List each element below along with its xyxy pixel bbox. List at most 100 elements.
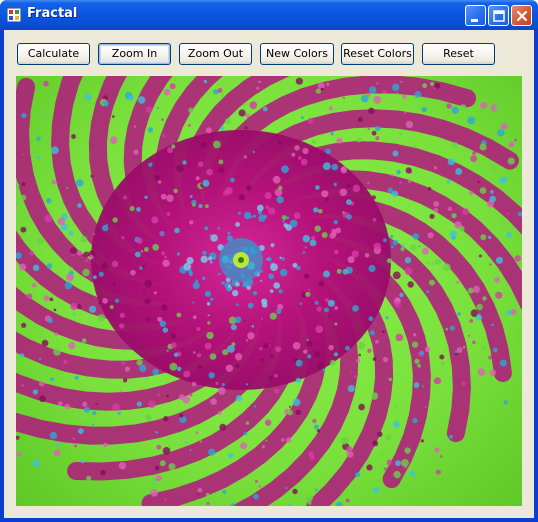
zoom-out-button[interactable]: Zoom Out bbox=[179, 43, 252, 65]
fractal-speckle bbox=[109, 136, 118, 144]
fractal-speckle bbox=[333, 182, 337, 187]
maximize-button[interactable] bbox=[488, 5, 509, 26]
fractal-speckle bbox=[92, 410, 97, 416]
fractal-speckle bbox=[118, 462, 127, 470]
fractal-speckle bbox=[326, 82, 330, 86]
fractal-speckle bbox=[311, 235, 316, 241]
fractal-speckle bbox=[446, 179, 451, 184]
fractal-speckle bbox=[334, 322, 338, 326]
fractal-speckle bbox=[469, 190, 474, 196]
minimize-button[interactable] bbox=[465, 5, 486, 26]
fractal-speckle bbox=[112, 403, 120, 411]
new-colors-button[interactable]: New Colors bbox=[260, 43, 334, 65]
fractal-speckle bbox=[145, 106, 153, 113]
fractal-speckle bbox=[258, 484, 261, 488]
fractal-speckle bbox=[278, 185, 283, 191]
fractal-speckle bbox=[21, 384, 24, 387]
fractal-speckle bbox=[334, 249, 339, 255]
fractal-speckle bbox=[318, 280, 325, 287]
fractal-speckle bbox=[120, 360, 126, 366]
fractal-speckle bbox=[400, 247, 405, 252]
fractal-speckle bbox=[358, 353, 362, 357]
fractal-speckle bbox=[267, 207, 276, 215]
fractal-speckle bbox=[208, 448, 216, 456]
fractal-speckle bbox=[370, 392, 379, 400]
fractal-speckle bbox=[263, 342, 269, 349]
fractal-speckle bbox=[148, 400, 156, 409]
fractal-speckle bbox=[36, 136, 41, 141]
fractal-speckle bbox=[333, 220, 338, 225]
fractal-speckle bbox=[399, 132, 402, 136]
fractal-speckle bbox=[367, 348, 372, 353]
fractal-speckle bbox=[258, 80, 261, 84]
fractal-speckle bbox=[281, 438, 285, 442]
fractal-speckle bbox=[405, 167, 412, 174]
calculate-button[interactable]: Calculate bbox=[17, 43, 90, 65]
fractal-speckle bbox=[82, 268, 90, 277]
fractal-speckle bbox=[329, 359, 336, 366]
fractal-speckle bbox=[207, 321, 211, 325]
fractal-speckle bbox=[417, 363, 421, 368]
fractal-speckle bbox=[159, 320, 166, 327]
fractal-speckle bbox=[447, 206, 452, 211]
close-button[interactable] bbox=[511, 5, 532, 26]
fractal-speckle bbox=[340, 166, 348, 174]
title-bar[interactable]: Fractal bbox=[0, 0, 538, 30]
fractal-speckle bbox=[285, 486, 288, 490]
fractal-speckle bbox=[295, 377, 302, 384]
fractal-speckle bbox=[253, 405, 257, 408]
fractal-speckle bbox=[376, 82, 379, 85]
reset-colors-button[interactable]: Reset Colors bbox=[341, 43, 414, 65]
fractal-speckle bbox=[434, 82, 441, 89]
reset-button[interactable]: Reset bbox=[422, 43, 495, 65]
fractal-speckle bbox=[475, 255, 478, 258]
fractal-speckle bbox=[95, 403, 98, 406]
fractal-speckle bbox=[192, 301, 195, 304]
fractal-speckle bbox=[433, 201, 440, 207]
fractal-speckle bbox=[42, 113, 50, 121]
fractal-speckle bbox=[422, 83, 427, 89]
fractal-speckle bbox=[161, 134, 166, 138]
fractal-speckle bbox=[262, 299, 265, 302]
zoom-in-button[interactable]: Zoom In bbox=[98, 43, 171, 65]
fractal-speckle bbox=[489, 263, 492, 266]
fractal-speckle bbox=[292, 488, 298, 495]
fractal-speckle bbox=[346, 199, 352, 205]
fractal-speckle bbox=[368, 107, 375, 115]
fractal-speckle bbox=[313, 350, 321, 358]
fractal-speckle bbox=[421, 385, 424, 388]
fractal-speckle bbox=[342, 268, 349, 275]
fractal-speckle bbox=[307, 118, 314, 124]
fractal-speckle bbox=[202, 276, 206, 281]
fractal-speckle bbox=[81, 338, 87, 343]
minimize-icon bbox=[471, 19, 478, 22]
fractal-speckle bbox=[53, 348, 61, 356]
fractal-speckle bbox=[433, 377, 441, 385]
fractal-speckle bbox=[334, 306, 338, 310]
fractal-speckle bbox=[177, 366, 182, 371]
fractal-speckle bbox=[412, 233, 419, 240]
fractal-speckle bbox=[66, 186, 69, 189]
fractal-speckle bbox=[101, 262, 109, 270]
fractal-speckle bbox=[308, 288, 311, 291]
fractal-canvas[interactable] bbox=[16, 76, 522, 506]
fractal-speckle bbox=[112, 217, 118, 223]
fractal-speckle bbox=[183, 370, 191, 378]
fractal-speckle bbox=[412, 417, 418, 424]
fractal-speckle bbox=[350, 371, 354, 374]
fractal-speckle bbox=[315, 325, 324, 334]
fractal-speckle bbox=[230, 177, 235, 183]
fractal-speckle bbox=[383, 467, 387, 471]
fractal-speckle bbox=[318, 208, 323, 214]
fractal-speckle bbox=[390, 234, 394, 239]
fractal-speckle bbox=[21, 182, 26, 187]
fractal-speckle bbox=[164, 255, 167, 259]
fractal-speckle bbox=[396, 169, 401, 175]
fractal-speckle bbox=[69, 247, 77, 255]
fractal-speckle bbox=[68, 230, 74, 236]
fractal-speckle bbox=[197, 161, 204, 168]
fractal-speckle bbox=[291, 152, 296, 157]
fractal-speckle bbox=[426, 261, 430, 265]
fractal-speckle bbox=[265, 419, 272, 426]
fractal-speckle bbox=[268, 273, 275, 280]
